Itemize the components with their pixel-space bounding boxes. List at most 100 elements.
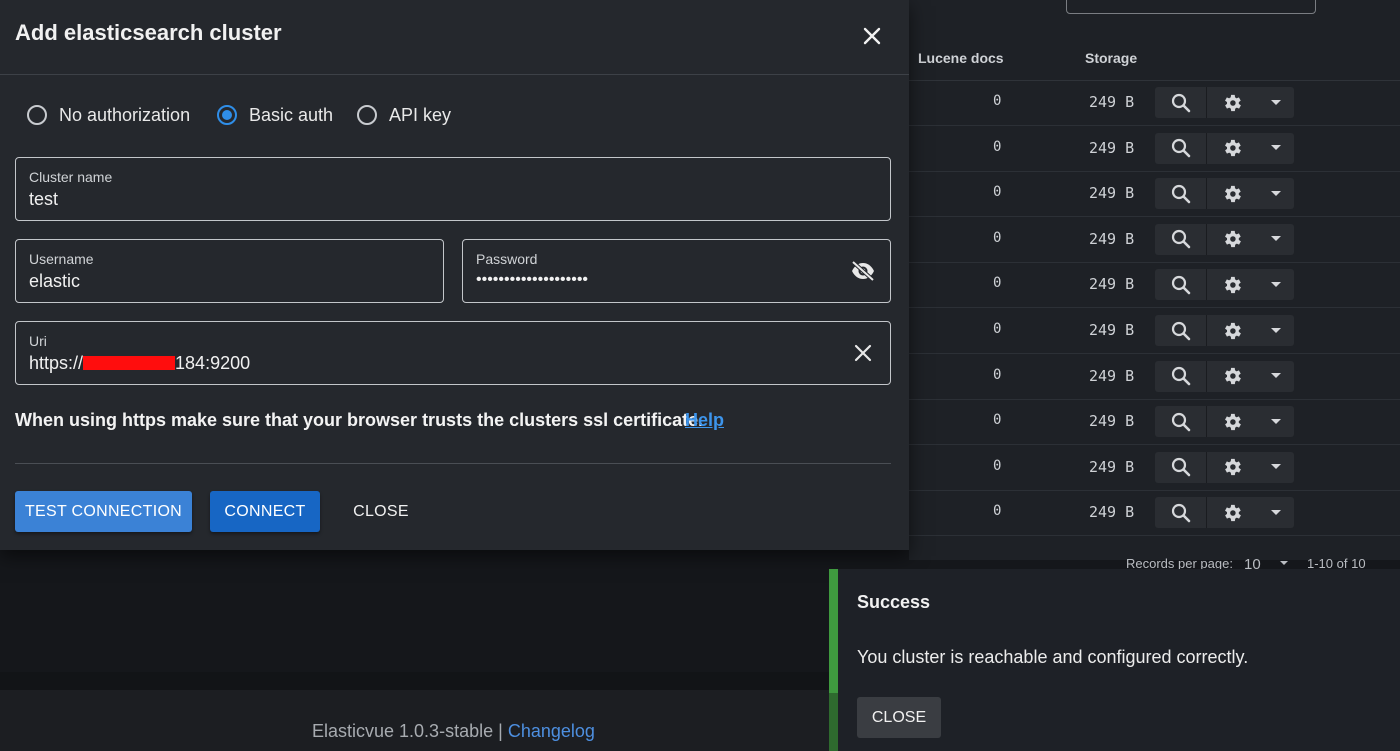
- gear-icon[interactable]: [1207, 497, 1257, 528]
- gear-icon[interactable]: [1207, 269, 1257, 300]
- gear-icon[interactable]: [1207, 224, 1257, 255]
- row-actions: [1155, 87, 1294, 118]
- dialog-divider: [15, 463, 891, 464]
- radio-circle-checked[interactable]: [217, 105, 237, 125]
- field-label: Cluster name: [29, 169, 113, 185]
- caret-down-icon[interactable]: [1257, 87, 1294, 118]
- help-link[interactable]: Help: [685, 410, 724, 431]
- dialog-title: Add elasticsearch cluster: [15, 20, 282, 45]
- lucene-docs-cell: 0: [993, 93, 1002, 109]
- test-connection-button[interactable]: TEST CONNECTION: [15, 491, 192, 532]
- caret-down-icon[interactable]: [1257, 269, 1294, 300]
- search-icon[interactable]: [1155, 406, 1207, 438]
- gear-icon[interactable]: [1207, 133, 1257, 164]
- gear-icon[interactable]: [1207, 452, 1257, 483]
- radio-label: Basic auth: [249, 104, 334, 125]
- lucene-docs-cell: 0: [993, 275, 1002, 292]
- eye-off-icon[interactable]: [849, 257, 877, 285]
- gear-icon[interactable]: [1207, 87, 1257, 118]
- add-cluster-dialog: Add elasticsearch cluster No authorizati…: [0, 0, 909, 550]
- uri-input[interactable]: https:// 184:9200: [29, 353, 250, 374]
- gear-icon[interactable]: [1207, 178, 1257, 209]
- snackbar-title: Success: [857, 592, 931, 612]
- storage-cell: 249 B: [1089, 457, 1135, 476]
- password-field[interactable]: Password ••••••••••••••••••••: [462, 239, 891, 303]
- caret-down-icon[interactable]: [1257, 224, 1294, 255]
- header-storage[interactable]: Storage: [1085, 50, 1137, 66]
- clear-icon[interactable]: [849, 339, 877, 367]
- close-button[interactable]: CLOSE: [343, 491, 419, 532]
- field-label: Uri: [29, 333, 47, 349]
- caret-down-icon[interactable]: [1257, 452, 1294, 483]
- snackbar-close-button[interactable]: CLOSE: [857, 697, 941, 738]
- storage-cell: 249 B: [1089, 229, 1135, 248]
- row-actions: [1155, 360, 1294, 392]
- table-row: 0 249 B: [909, 308, 1400, 354]
- uri-prefix: https://: [29, 353, 84, 373]
- lucene-docs-cell: 0: [993, 366, 1002, 383]
- row-actions: [1155, 406, 1294, 438]
- snackbar-message: You cluster is reachable and configured …: [857, 647, 1249, 667]
- table-row: 0 249 B: [909, 126, 1400, 172]
- uri-suffix: 184:9200: [175, 353, 251, 373]
- caret-down-icon[interactable]: [1257, 361, 1294, 392]
- close-icon[interactable]: [858, 22, 886, 50]
- search-icon[interactable]: [1155, 451, 1207, 483]
- caret-down-icon[interactable]: [1257, 315, 1294, 346]
- radio-circle[interactable]: [27, 105, 47, 125]
- uri-field[interactable]: Uri https:// 184:9200: [15, 321, 891, 385]
- search-icon[interactable]: [1155, 269, 1207, 301]
- row-actions: [1155, 315, 1294, 346]
- lucene-docs-cell: 0: [993, 321, 1002, 337]
- row-actions: [1155, 269, 1294, 301]
- redaction-mark: [83, 355, 176, 370]
- row-actions: [1155, 223, 1294, 255]
- footer-version: Elasticvue 1.0.3-stable | Changelog: [312, 721, 595, 742]
- search-icon[interactable]: [1155, 315, 1207, 346]
- lucene-docs-cell: 0: [993, 229, 1002, 246]
- radio-api-key[interactable]: API key: [357, 100, 451, 130]
- username-input[interactable]: elastic: [29, 271, 80, 292]
- table-row: 0 249 B: [909, 171, 1400, 218]
- cluster-name-field[interactable]: Cluster name test: [15, 157, 891, 221]
- radio-basic-auth[interactable]: Basic auth: [217, 100, 333, 130]
- connect-button[interactable]: CONNECT: [210, 491, 320, 532]
- search-icon[interactable]: [1155, 223, 1207, 255]
- radio-circle[interactable]: [357, 105, 377, 125]
- table-row: 0 249 B: [909, 80, 1400, 126]
- header-lucene-docs[interactable]: Lucene docs: [918, 50, 1004, 66]
- table-search-input[interactable]: [1066, 0, 1316, 14]
- search-icon[interactable]: [1155, 87, 1207, 118]
- username-field[interactable]: Username elastic: [15, 239, 444, 303]
- lucene-docs-cell: 0: [993, 184, 1002, 201]
- password-input[interactable]: ••••••••••••••••••••: [476, 271, 588, 289]
- search-icon[interactable]: [1155, 360, 1207, 392]
- storage-cell: 249 B: [1089, 184, 1135, 203]
- row-actions: [1155, 497, 1294, 529]
- changelog-link[interactable]: Changelog: [508, 721, 595, 741]
- row-actions: [1155, 178, 1294, 210]
- cluster-name-input[interactable]: test: [29, 189, 58, 210]
- gear-icon[interactable]: [1207, 406, 1257, 437]
- caret-down-icon[interactable]: [1257, 133, 1294, 164]
- gear-icon[interactable]: [1207, 361, 1257, 392]
- search-icon[interactable]: [1155, 132, 1207, 164]
- version-text: Elasticvue 1.0.3-stable: [312, 721, 494, 741]
- gear-icon[interactable]: [1207, 315, 1257, 346]
- table-row: 0 249 B: [909, 399, 1400, 446]
- radio-no-authorization[interactable]: No authorization: [27, 100, 190, 130]
- radio-label: API key: [389, 104, 452, 125]
- field-label: Password: [476, 251, 538, 267]
- row-actions: [1155, 451, 1294, 483]
- table-row: 0 249 B: [909, 217, 1400, 263]
- field-label: Username: [29, 251, 94, 267]
- search-icon[interactable]: [1155, 497, 1207, 529]
- row-actions: [1155, 132, 1294, 164]
- search-icon[interactable]: [1155, 178, 1207, 210]
- caret-down-icon[interactable]: [1257, 178, 1294, 209]
- lucene-docs-cell: 0: [993, 457, 1002, 474]
- storage-cell: 249 B: [1089, 366, 1135, 385]
- storage-cell: 249 B: [1089, 412, 1135, 431]
- caret-down-icon[interactable]: [1257, 497, 1294, 528]
- caret-down-icon[interactable]: [1257, 406, 1294, 437]
